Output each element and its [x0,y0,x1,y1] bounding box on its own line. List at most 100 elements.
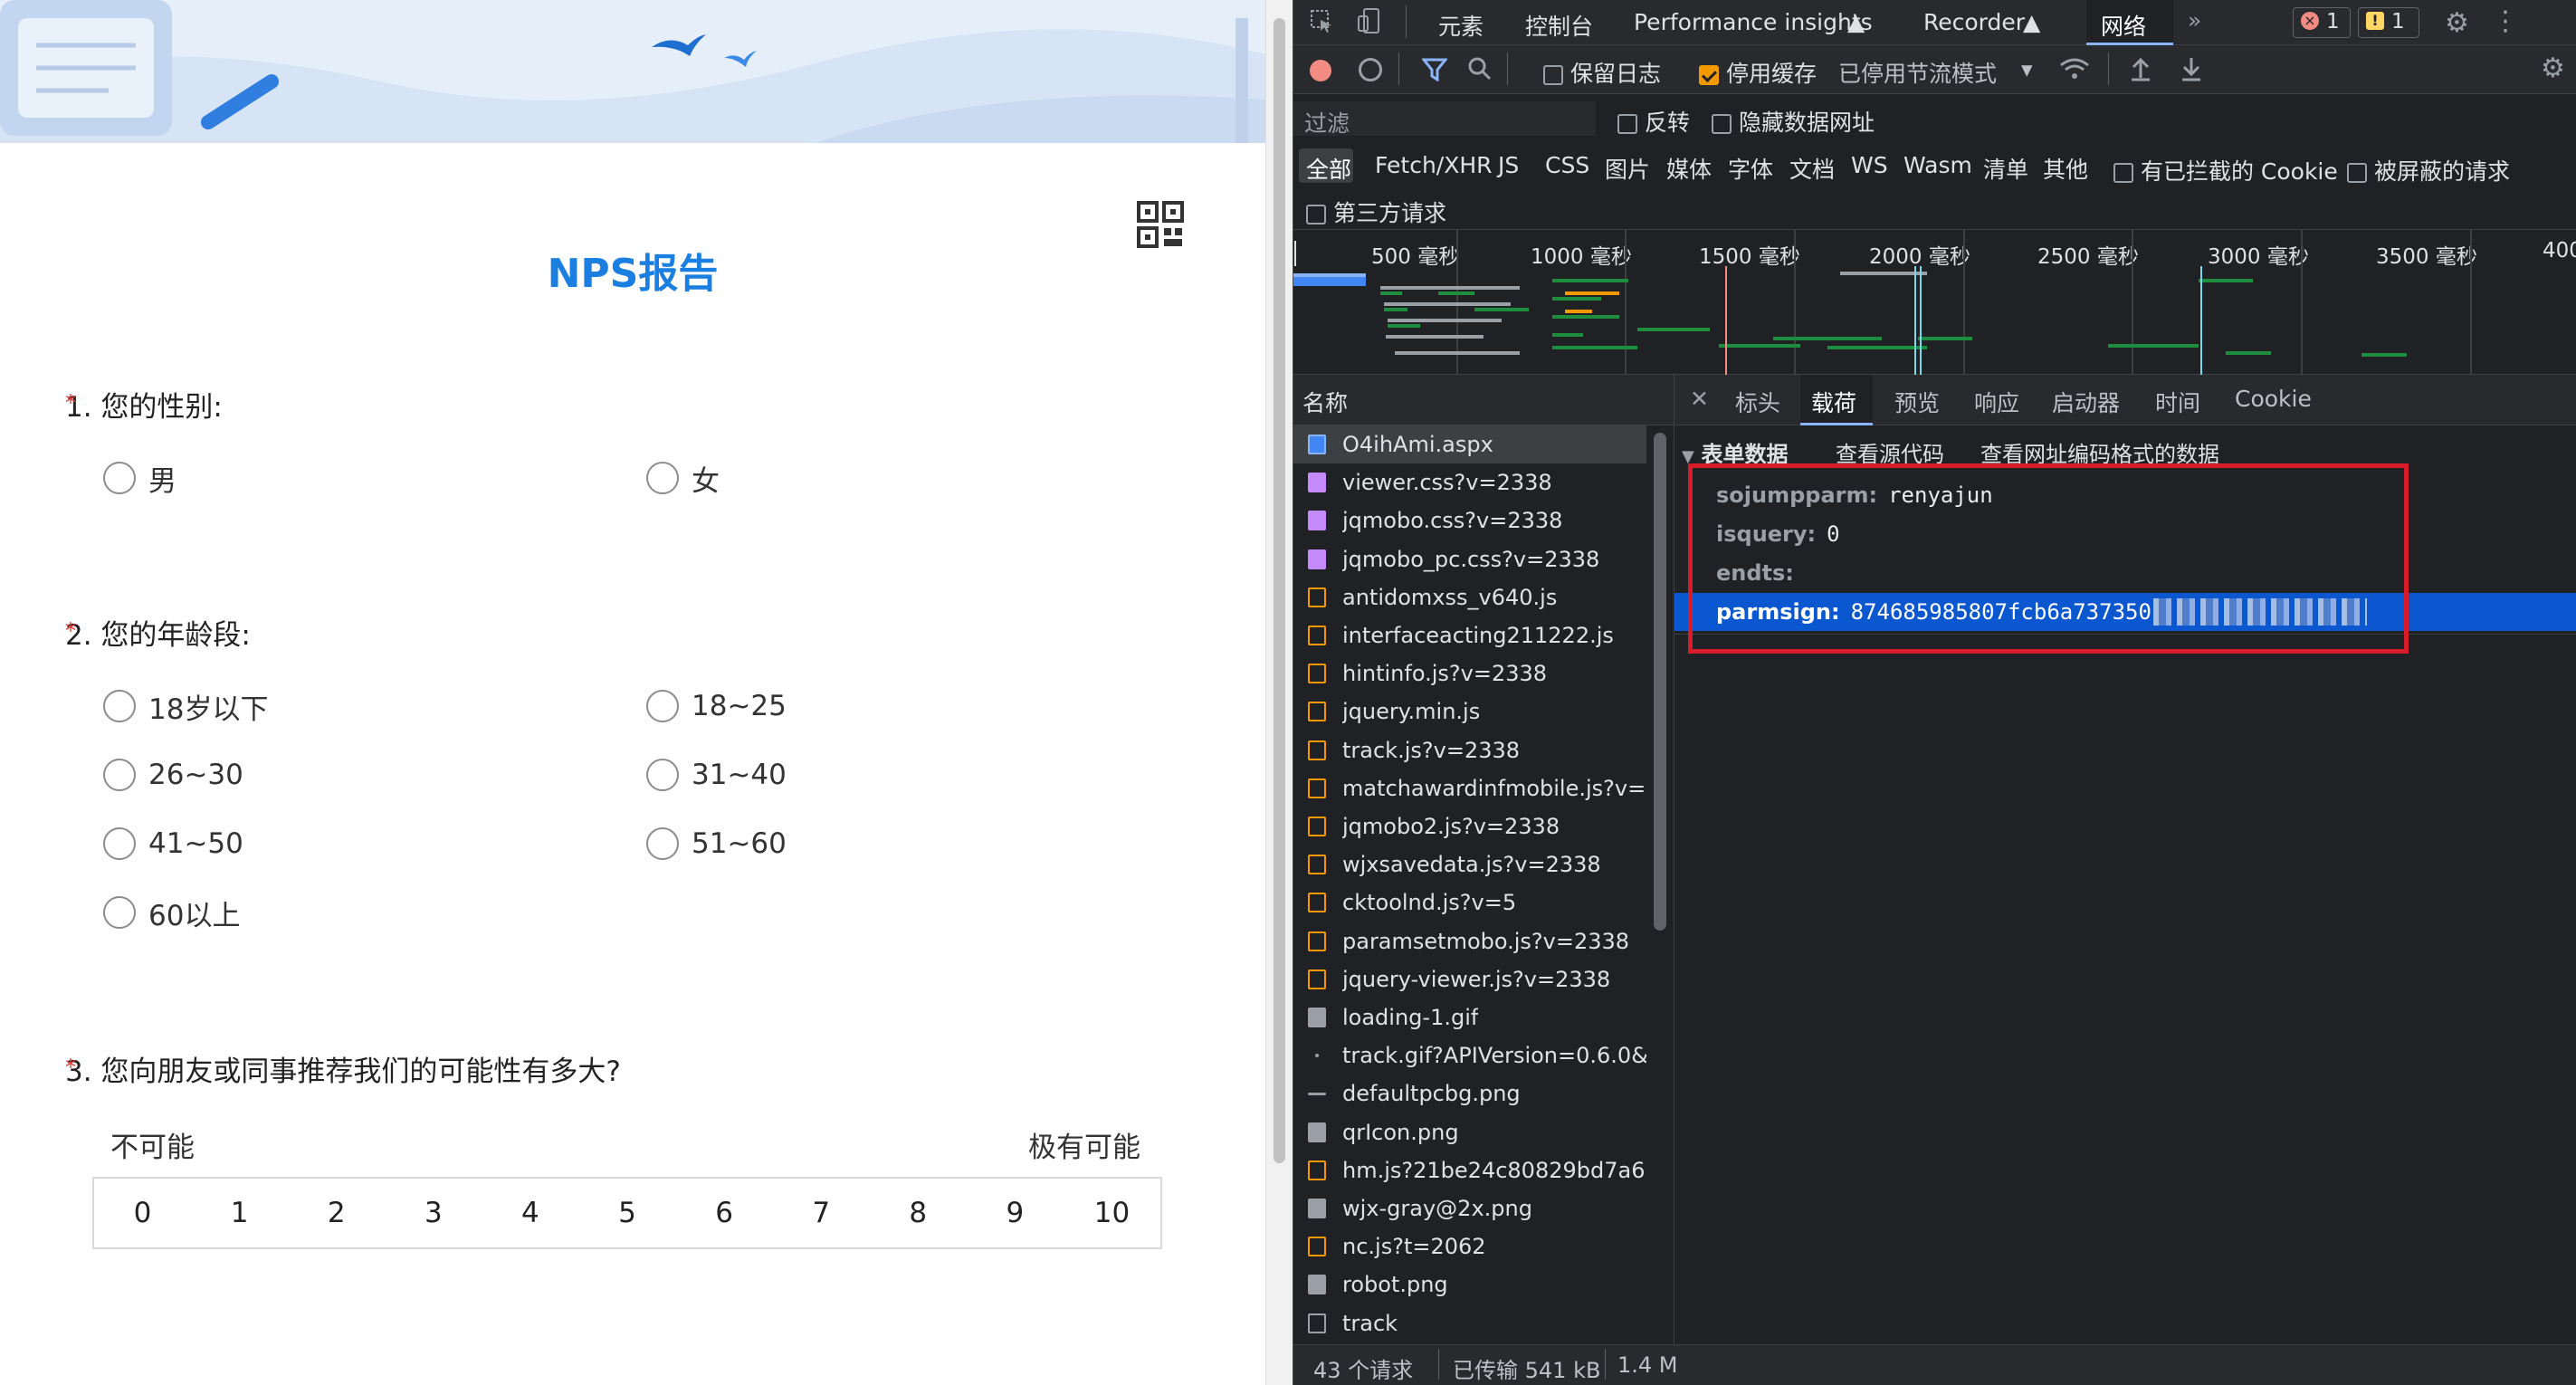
disable-cache-checkbox[interactable]: 停用缓存 [1699,56,1817,89]
radio-option-age-51-60[interactable]: 51~60 [646,826,787,862]
import-har-icon[interactable] [2130,56,2151,87]
radio-circle[interactable] [103,759,136,791]
detail-tab-response[interactable]: 响应 [1974,386,2019,418]
type-filter-all[interactable]: 全部 [1299,148,1353,183]
request-row[interactable]: nc.js?t=2062 [1293,1227,1646,1266]
detail-tab-payload[interactable]: 载荷 [1800,375,1873,425]
scale-option-2[interactable]: 2 [288,1179,385,1247]
checkbox[interactable] [1543,65,1563,85]
request-row[interactable]: robot.png [1293,1266,1646,1304]
request-row[interactable]: loading-1.gif [1293,998,1646,1036]
request-row[interactable]: jqmobo_pc.css?v=2338 [1293,540,1646,578]
tab-console[interactable]: 控制台 [1525,9,1593,42]
throttle-select[interactable]: 已停用节流模式 [1838,56,1997,89]
type-filter-img[interactable]: 图片 [1605,152,1650,185]
chevron-down-icon[interactable]: ▾ [2021,56,2033,82]
request-row[interactable]: wjx-gray@2x.png [1293,1189,1646,1227]
scale-option-1[interactable]: 1 [191,1179,288,1247]
type-filter-doc[interactable]: 文档 [1789,152,1835,185]
request-row[interactable]: track [1293,1304,1646,1342]
scale-option-5[interactable]: 5 [578,1179,675,1247]
close-details-icon[interactable]: ✕ [1690,386,1709,412]
scale-option-4[interactable]: 4 [482,1179,578,1247]
type-filter-font[interactable]: 字体 [1728,152,1773,185]
invert-checkbox[interactable]: 反转 [1617,105,1690,138]
detail-tab-preview[interactable]: 预览 [1894,386,1940,418]
name-column-header[interactable]: 名称 [1302,386,1348,418]
request-row[interactable]: jqmobo.css?v=2338 [1293,501,1646,540]
error-count-badge[interactable]: × 1 [2293,7,2351,38]
hide-data-urls-checkbox[interactable]: 隐藏数据网址 [1712,105,1875,138]
network-conditions-icon[interactable] [2059,56,2090,87]
type-filter-wasm[interactable]: Wasm [1903,152,1972,178]
request-list-scrollbar[interactable] [1648,425,1672,1344]
network-overview-timeline[interactable]: 500 毫秒 1000 毫秒 1500 毫秒 2000 毫秒 2500 毫秒 3… [1293,230,2576,375]
radio-option-age-over60[interactable]: 60以上 [103,894,240,932]
warning-count-badge[interactable]: ! 1 [2358,7,2419,38]
preserve-log-checkbox[interactable]: 保留日志 [1543,56,1661,89]
checkbox-checked[interactable] [1699,65,1719,85]
radio-option-age-26-30[interactable]: 26~30 [103,757,243,793]
blocked-cookies-checkbox[interactable]: 有已拦截的 Cookie [2113,154,2338,186]
type-filter-ws[interactable]: WS [1851,152,1888,178]
page-scrollbar[interactable] [1265,0,1293,1385]
request-row[interactable]: track.gif?APIVersion=0.6.0&act. [1293,1036,1646,1075]
filter-input[interactable]: 过滤 [1293,101,1596,137]
request-row[interactable]: defaultpcbg.png [1293,1075,1646,1113]
settings-gear-icon[interactable]: ⚙ [2445,7,2469,39]
scale-option-7[interactable]: 7 [773,1179,870,1247]
detail-tab-timing[interactable]: 时间 [2155,386,2200,418]
request-row[interactable]: qrIcon.png [1293,1113,1646,1151]
request-row[interactable]: antidomxss_v640.js [1293,578,1646,616]
kebab-menu-icon[interactable]: ⋮ [2492,5,2519,37]
request-row[interactable]: hm.js?21be24c80829bd7a683. [1293,1151,1646,1189]
request-row[interactable]: viewer.css?v=2338 [1293,463,1646,501]
type-filter-media[interactable]: 媒体 [1666,152,1712,185]
third-party-checkbox[interactable]: 第三方请求 [1306,196,1446,228]
request-row[interactable]: interfaceacting211222.js [1293,616,1646,654]
scale-option-9[interactable]: 9 [967,1179,1064,1247]
clear-icon[interactable] [1359,58,1382,81]
scale-option-0[interactable]: 0 [94,1179,191,1247]
request-row[interactable]: O4ihAmi.aspx [1293,425,1646,463]
radio-option-age-18-25[interactable]: 18~25 [646,688,787,724]
scale-option-6[interactable]: 6 [676,1179,773,1247]
checkbox[interactable] [1712,114,1732,134]
checkbox[interactable] [1306,205,1326,224]
scrollbar-thumb[interactable] [1274,18,1285,1163]
request-row[interactable]: hintinfo.js?v=2338 [1293,654,1646,692]
more-tabs-icon[interactable]: » [2188,7,2201,33]
request-row[interactable]: wjxsavedata.js?v=2338 [1293,845,1646,884]
radio-option-age-under18[interactable]: 18岁以下 [103,688,268,726]
blocked-requests-checkbox[interactable]: 被屏蔽的请求 [2347,154,2510,186]
checkbox[interactable] [2347,163,2367,183]
request-row[interactable]: track.js?v=2338 [1293,731,1646,769]
request-row[interactable]: paramsetmobo.js?v=2338 [1293,922,1646,960]
type-filter-css[interactable]: CSS [1545,152,1589,178]
detail-tab-initiator[interactable]: 启动器 [2052,386,2120,418]
tab-recorder[interactable]: Recorder [1923,9,2025,35]
inspect-element-icon[interactable] [1310,9,1335,40]
request-row[interactable]: matchawardinfmobile.js?v=233 [1293,769,1646,807]
record-icon[interactable] [1310,60,1331,81]
radio-option-age-41-50[interactable]: 41~50 [103,826,243,862]
type-filter-js[interactable]: JS [1498,152,1519,178]
radio-circle[interactable] [646,690,679,722]
checkbox[interactable] [2113,163,2133,183]
type-filter-manifest[interactable]: 清单 [1983,152,2028,185]
request-row[interactable]: jquery.min.js [1293,692,1646,731]
radio-circle[interactable] [103,462,136,494]
tab-network[interactable]: 网络 [2086,0,2173,45]
radio-circle[interactable] [646,462,679,494]
scale-option-3[interactable]: 3 [385,1179,482,1247]
type-filter-other[interactable]: 其他 [2043,152,2088,185]
radio-option-male[interactable]: 男 [103,460,177,498]
request-row[interactable]: cktoolnd.js?v=5 [1293,884,1646,922]
radio-circle[interactable] [103,690,136,722]
network-settings-icon[interactable]: ⚙ [2541,53,2565,84]
radio-circle[interactable] [103,896,136,929]
radio-circle[interactable] [646,759,679,791]
radio-circle[interactable] [646,827,679,860]
scale-option-8[interactable]: 8 [870,1179,967,1247]
radio-option-age-31-40[interactable]: 31~40 [646,757,787,793]
